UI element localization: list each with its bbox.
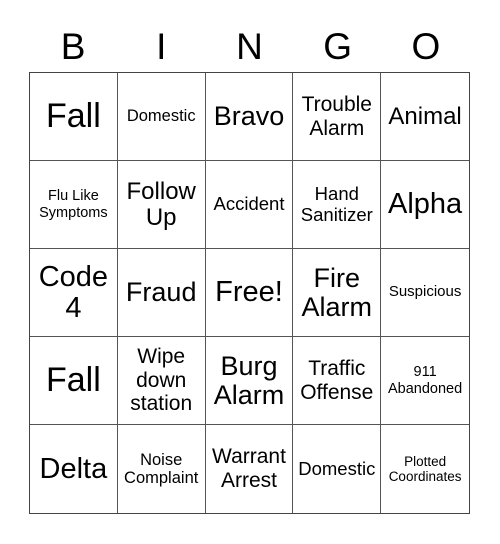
bingo-cell[interactable]: Follow Up	[117, 161, 206, 249]
bingo-cell[interactable]: Fire Alarm	[293, 249, 382, 337]
bingo-cell[interactable]: Delta	[30, 425, 118, 513]
bingo-cell[interactable]: Traffic Offense	[293, 337, 382, 425]
header-letter-o: O	[411, 26, 441, 67]
bingo-cell[interactable]: Suspicious	[381, 249, 469, 337]
bingo-header: B I N G O	[29, 22, 470, 72]
bingo-cell[interactable]: Plotted Coordinates	[381, 425, 469, 513]
bingo-cell[interactable]: Hand Sanitizer	[293, 161, 382, 249]
bingo-cell[interactable]: Animal	[381, 73, 469, 161]
bingo-cell[interactable]: Flu Like Symptoms	[30, 161, 118, 249]
bingo-cell[interactable]: Noise Complaint	[118, 425, 206, 513]
header-letter-n: N	[236, 26, 263, 67]
bingo-cell[interactable]: Accident	[205, 161, 294, 249]
header-letter-b: B	[60, 26, 86, 67]
bingo-cell[interactable]: Domestic	[117, 73, 206, 161]
bingo-cell[interactable]: Fall	[30, 73, 118, 161]
bingo-cell[interactable]: Warrant Arrest	[206, 425, 294, 513]
bingo-cell[interactable]: Alpha	[381, 161, 469, 249]
bingo-cell[interactable]: Wipe down station	[117, 337, 206, 425]
bingo-cell[interactable]: Burg Alarm	[205, 337, 294, 425]
bingo-cell[interactable]: Trouble Alarm	[293, 73, 382, 161]
bingo-cell[interactable]: Fraud	[117, 249, 206, 337]
bingo-cell[interactable]: 911 Abandoned	[381, 337, 469, 425]
header-letter-i: I	[156, 26, 167, 67]
header-letter-g: G	[323, 26, 353, 67]
bingo-cell[interactable]: Bravo	[205, 73, 294, 161]
bingo-cell[interactable]: Code 4	[30, 249, 118, 337]
bingo-cell[interactable]: Fall	[30, 337, 118, 425]
bingo-grid: Fall Domestic Bravo Trouble Alarm Animal…	[29, 72, 470, 514]
bingo-cell[interactable]: Domestic	[293, 425, 382, 513]
free-space-cell[interactable]: Free!	[205, 249, 294, 337]
